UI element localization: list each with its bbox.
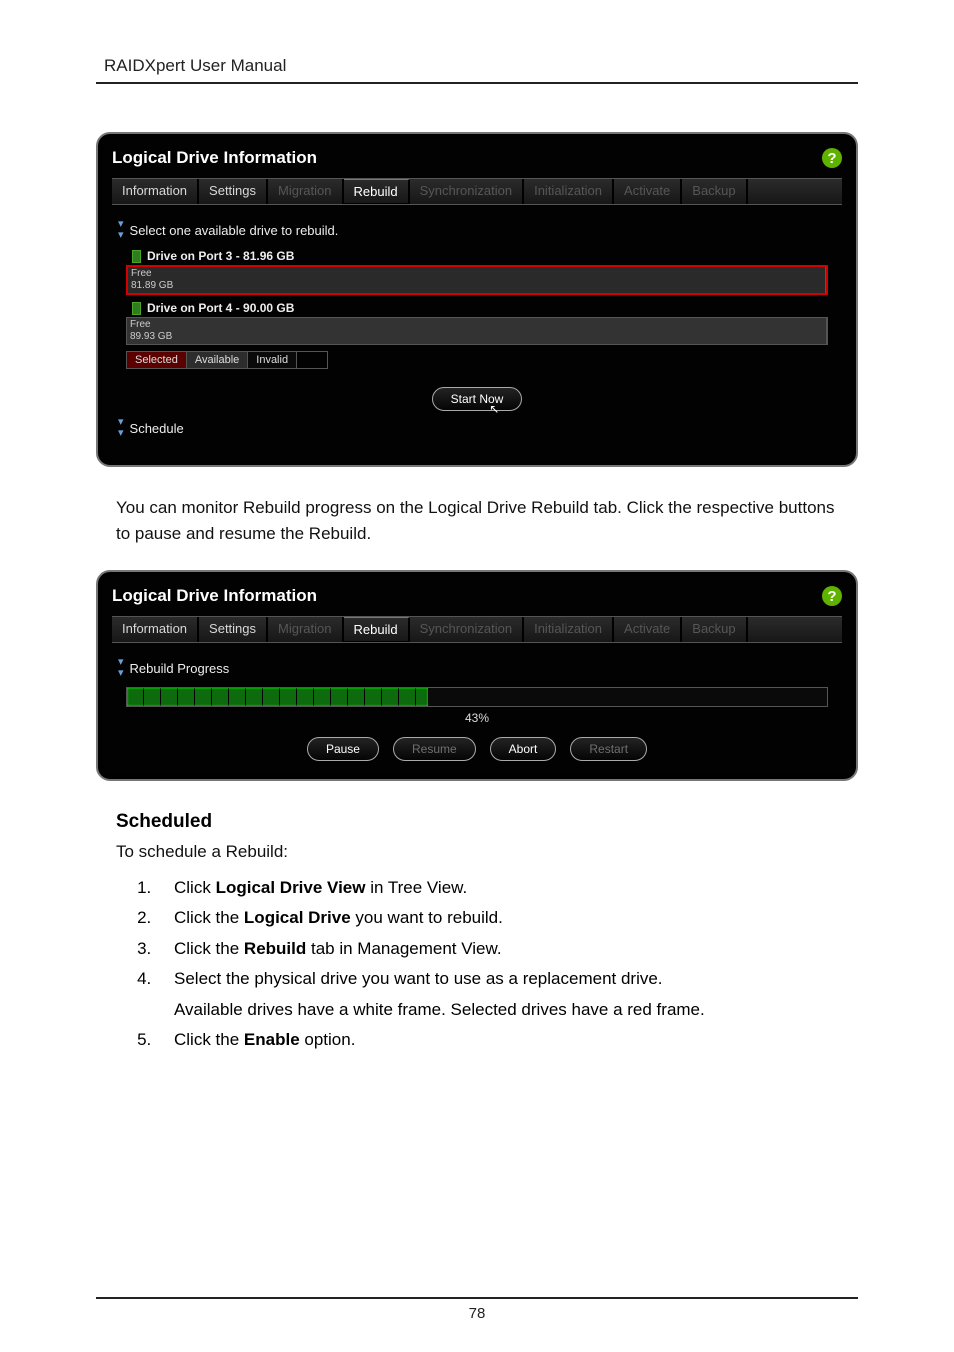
rebuild-progress-label: Rebuild Progress xyxy=(130,661,230,676)
drive3-free-size: 81.89 GB xyxy=(131,280,173,291)
tab-synchronization: Synchronization xyxy=(410,617,525,642)
drive-icon xyxy=(132,302,141,315)
pause-button[interactable]: Pause xyxy=(307,737,379,761)
tab-backup: Backup xyxy=(682,179,747,204)
panel-title: Logical Drive Information xyxy=(112,586,317,606)
step-5: Click the Enable option. xyxy=(156,1025,838,1056)
drive4-free-label: Free xyxy=(130,319,151,330)
drive4-label: Drive on Port 4 - 90.00 GB xyxy=(147,301,294,315)
resume-button: Resume xyxy=(393,737,476,761)
tab-synchronization: Synchronization xyxy=(410,179,525,204)
tab-backup: Backup xyxy=(682,617,747,642)
step-3: Click the Rebuild tab in Management View… xyxy=(156,934,838,965)
progress-percent: 43% xyxy=(126,711,828,725)
legend-invalid: Invalid xyxy=(248,352,297,368)
panel-title: Logical Drive Information xyxy=(112,148,317,168)
tab-settings[interactable]: Settings xyxy=(199,179,268,204)
drive-icon xyxy=(132,250,141,263)
tab-activate: Activate xyxy=(614,617,682,642)
tab-rebuild[interactable]: Rebuild xyxy=(344,179,410,204)
ldi-panel-rebuild-select: Logical Drive Information ? Information … xyxy=(96,132,858,467)
scheduled-heading: Scheduled xyxy=(116,811,838,833)
help-icon[interactable]: ? xyxy=(822,586,842,606)
help-icon[interactable]: ? xyxy=(822,148,842,168)
step-4: Select the physical drive you want to us… xyxy=(156,964,838,1025)
schedule-section-label: Schedule xyxy=(130,421,184,436)
drive3-free-label: Free xyxy=(131,268,152,279)
select-drive-prompt: Select one available drive to rebuild. xyxy=(130,223,339,238)
drive4-bar[interactable]: Free 89.93 GB xyxy=(126,317,828,345)
tab-rebuild[interactable]: Rebuild xyxy=(344,617,410,642)
body-paragraph: You can monitor Rebuild progress on the … xyxy=(116,495,838,546)
tab-migration: Migration xyxy=(268,179,343,204)
abort-button[interactable]: Abort xyxy=(490,737,557,761)
tab-information[interactable]: Information xyxy=(112,617,199,642)
running-header: RAIDXpert User Manual xyxy=(96,48,858,84)
tab-initialization: Initialization xyxy=(524,179,614,204)
cursor-icon: ↖ xyxy=(489,402,499,416)
legend-selected: Selected xyxy=(127,352,187,368)
progress-bar xyxy=(126,687,828,707)
tab-strip: Information Settings Migration Rebuild S… xyxy=(112,178,842,205)
drive4-free-size: 89.93 GB xyxy=(130,331,172,342)
tab-initialization: Initialization xyxy=(524,617,614,642)
drive3-bar[interactable]: Free 81.89 GB xyxy=(126,265,828,295)
chevron-down-icon: ▾▾ xyxy=(118,657,124,679)
ldi-panel-rebuild-progress: Logical Drive Information ? Information … xyxy=(96,570,858,781)
drive3-label: Drive on Port 3 - 81.96 GB xyxy=(147,249,294,263)
tab-information[interactable]: Information xyxy=(112,179,199,204)
scheduled-steps: Click Logical Drive View in Tree View. C… xyxy=(136,873,838,1057)
chevron-down-icon: ▾▾ xyxy=(118,219,124,241)
step-1: Click Logical Drive View in Tree View. xyxy=(156,873,838,904)
tab-activate: Activate xyxy=(614,179,682,204)
chevron-down-icon: ▾▾ xyxy=(118,417,124,439)
drive-legend: Selected Available Invalid xyxy=(126,351,328,369)
progress-fill xyxy=(127,688,428,706)
tab-strip: Information Settings Migration Rebuild S… xyxy=(112,616,842,643)
start-now-button[interactable]: Start Now ↖ xyxy=(432,387,523,411)
tab-settings[interactable]: Settings xyxy=(199,617,268,642)
restart-button: Restart xyxy=(570,737,647,761)
legend-available: Available xyxy=(187,352,248,368)
tab-migration: Migration xyxy=(268,617,343,642)
scheduled-intro: To schedule a Rebuild: xyxy=(116,839,838,865)
step-2: Click the Logical Drive you want to rebu… xyxy=(156,903,838,934)
page-number: 78 xyxy=(469,1305,486,1322)
